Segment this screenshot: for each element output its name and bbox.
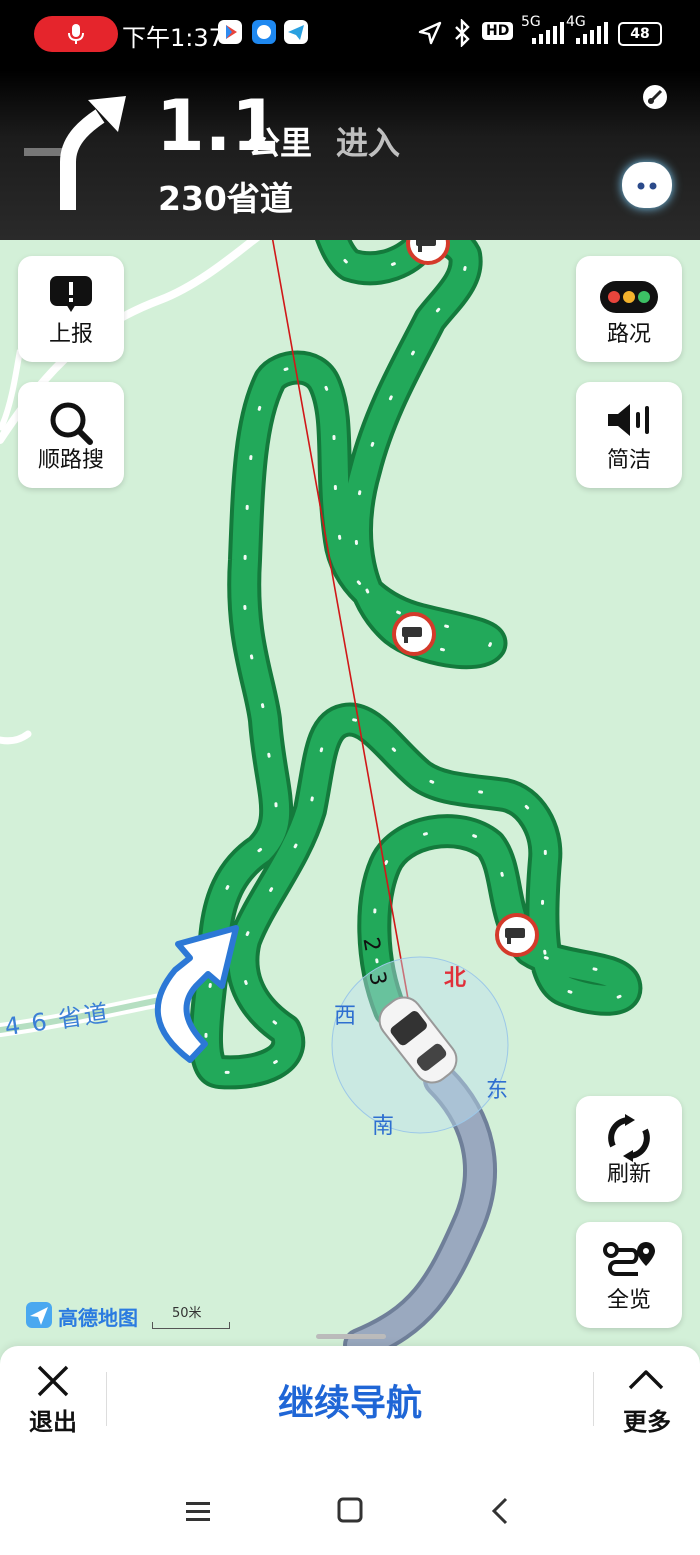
turn-right-arrow-icon bbox=[60, 96, 126, 210]
voice-recording-indicator[interactable] bbox=[34, 16, 118, 52]
along-route-search-label: 顺路搜 bbox=[37, 448, 104, 473]
amap-logo-icon bbox=[26, 1302, 52, 1328]
report-button[interactable]: 上报 bbox=[18, 256, 124, 362]
route-overview-button[interactable]: 全览 bbox=[576, 1222, 682, 1328]
panel-drag-handle[interactable] bbox=[316, 1334, 386, 1339]
back-icon[interactable] bbox=[490, 1496, 510, 1526]
voice-assistant-avatar[interactable] bbox=[622, 162, 672, 208]
bluetooth-icon bbox=[455, 19, 470, 47]
hd-badge: HD bbox=[482, 22, 514, 40]
amap-logo-text: 高德地图 bbox=[58, 1306, 138, 1330]
traffic-light-icon bbox=[600, 281, 658, 313]
scale-label: 50米 bbox=[172, 1306, 202, 1321]
signal-bars-icon-2 bbox=[576, 22, 608, 44]
speed-camera-icon bbox=[392, 612, 436, 656]
compass-west: 西 bbox=[334, 1004, 357, 1029]
speaker-icon bbox=[608, 404, 649, 436]
compass-east: 东 bbox=[486, 1078, 509, 1103]
cat-assistant-icon bbox=[628, 164, 666, 190]
telegram-icon bbox=[284, 20, 308, 44]
chevron-up-icon bbox=[628, 1370, 664, 1390]
location-arrow-icon bbox=[418, 21, 442, 45]
play-store-icon bbox=[218, 20, 242, 44]
divider-left bbox=[106, 1372, 107, 1426]
status-time: 下午1:37 bbox=[122, 24, 224, 52]
close-icon bbox=[37, 1365, 69, 1397]
traffic-button[interactable]: 路况 bbox=[576, 256, 682, 362]
gps-signal-icon bbox=[643, 85, 667, 109]
refresh-label: 刷新 bbox=[606, 1162, 651, 1187]
menu-icon[interactable] bbox=[184, 1500, 212, 1524]
refresh-icon bbox=[608, 1114, 650, 1162]
next-road-name: 230省道 bbox=[158, 179, 293, 218]
signal-bars-icon bbox=[532, 22, 564, 44]
turn-action: 进入 bbox=[336, 124, 401, 162]
compass-north: 北 bbox=[444, 966, 467, 991]
distance-unit: 公里 bbox=[248, 124, 313, 162]
compass-south: 南 bbox=[372, 1114, 395, 1139]
route-overview-label: 全览 bbox=[606, 1288, 651, 1313]
home-icon[interactable] bbox=[336, 1496, 364, 1524]
route-overview-icon bbox=[603, 1242, 655, 1276]
along-route-search-button[interactable]: 顺路搜 bbox=[18, 382, 124, 488]
microphone-icon bbox=[68, 24, 84, 44]
exit-button[interactable]: 退出 bbox=[0, 1346, 106, 1442]
traffic-label: 路况 bbox=[606, 322, 651, 347]
scale-bar bbox=[152, 1322, 230, 1329]
refresh-button[interactable]: 刷新 bbox=[576, 1096, 682, 1202]
search-icon bbox=[50, 402, 93, 445]
status-bar: 下午1:37 HD 5G 4G 48 bbox=[0, 0, 700, 70]
battery-icon: 48 bbox=[618, 22, 662, 46]
bottom-panel: 退出 继续导航 更多 bbox=[0, 1346, 700, 1555]
more-label: 更多 bbox=[623, 1408, 671, 1436]
concise-mode-button[interactable]: 简洁 bbox=[576, 382, 682, 488]
concise-mode-label: 简洁 bbox=[606, 448, 651, 473]
battery-level: 48 bbox=[630, 26, 650, 42]
continue-navigation-button[interactable]: 继续导航 bbox=[110, 1374, 590, 1426]
chat-app-icon bbox=[252, 20, 276, 44]
exit-label: 退出 bbox=[29, 1408, 77, 1436]
report-label: 上报 bbox=[48, 322, 93, 347]
speed-camera-icon bbox=[495, 913, 539, 957]
more-button[interactable]: 更多 bbox=[594, 1346, 700, 1442]
report-icon bbox=[50, 276, 92, 312]
